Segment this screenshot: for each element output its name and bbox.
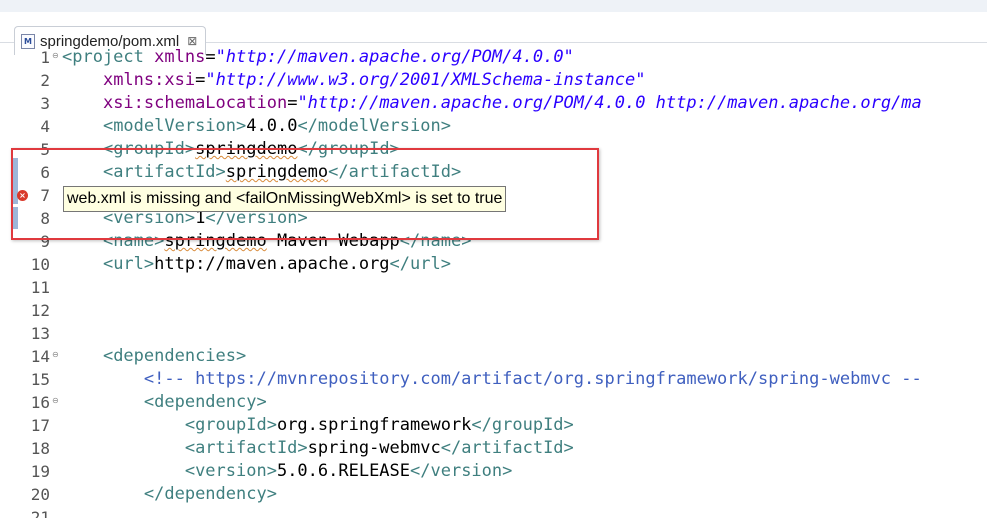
code-token: </artifactId> (440, 438, 574, 458)
code-token: <artifactId> (184, 438, 308, 458)
code-text: </dependency> (62, 483, 277, 506)
fold-toggle-icon[interactable]: ⊖ (52, 351, 60, 359)
line-number: 4 (40, 117, 50, 136)
code-line[interactable]: 17 <groupId>org.springframework</groupId… (0, 414, 987, 437)
code-token: spring-webmvc (307, 438, 441, 458)
code-text: xsi:schemaLocation="http://maven.apache.… (62, 92, 922, 115)
line-number: 2 (40, 71, 50, 90)
code-text: <groupId>org.springframework</groupId> (62, 414, 574, 437)
code-text: <dependencies> (62, 345, 246, 368)
code-token: <url> (102, 254, 155, 274)
code-line[interactable]: 20 </dependency> (0, 483, 987, 506)
code-text: <url>http://maven.apache.org</url> (62, 253, 451, 276)
code-token: <modelVersion> (102, 116, 247, 136)
code-token: <project (62, 47, 155, 67)
code-line[interactable]: 1 ⊖ <project xmlns="http://maven.apache.or… (0, 46, 987, 69)
code-token: = (287, 93, 298, 113)
line-number: 15 (30, 370, 50, 389)
code-line[interactable]: 13 (0, 322, 987, 345)
code-token: <dependencies> (102, 346, 247, 366)
code-token: </dependency> (143, 484, 277, 504)
code-token: xmlns:xsi (102, 70, 196, 90)
code-token: <groupId> (184, 415, 277, 435)
code-token: <dependency> (143, 392, 267, 412)
code-token: </url> (389, 254, 451, 274)
code-token: <version> (184, 461, 277, 481)
fold-toggle-icon[interactable]: ⊖ (52, 52, 60, 60)
code-token: xsi:schemaLocation (102, 93, 288, 113)
code-line[interactable]: 15 <!-- https://mvnrepository.com/artifa… (0, 368, 987, 391)
code-token: org.springframework (276, 415, 472, 435)
line-number: 17 (30, 416, 50, 435)
code-token: xmlns (154, 47, 206, 67)
line-number: 18 (30, 439, 50, 458)
code-token: </modelVersion> (297, 116, 451, 136)
line-number: 16 (30, 393, 50, 412)
code-line[interactable]: 18 <artifactId>spring-webmvc</artifactId… (0, 437, 987, 460)
code-line[interactable]: 2 xmlns:xsi="http://www.w3.org/2001/XMLS… (0, 69, 987, 92)
code-line[interactable]: 11 (0, 276, 987, 299)
code-line[interactable]: 14 ⊖ <dependencies> (0, 345, 987, 368)
line-number: 20 (30, 485, 50, 504)
code-line[interactable]: 19 <version>5.0.6.RELEASE</version> (0, 460, 987, 483)
fold-toggle-icon[interactable]: ⊖ (52, 397, 60, 405)
line-number: 13 (30, 324, 50, 343)
line-number: 3 (40, 94, 50, 113)
code-text: <dependency> (62, 391, 267, 414)
code-text: <version>5.0.6.RELEASE</version> (62, 460, 513, 483)
code-token: = (195, 70, 206, 90)
editor-tab-bar: M springdemo/pom.xml ⊠ (0, 12, 987, 55)
line-number: 1 (40, 48, 50, 67)
code-text: <artifactId>spring-webmvc</artifactId> (62, 437, 574, 460)
highlight-annotation-box (11, 148, 599, 240)
code-token: </version> (410, 461, 513, 481)
code-token: http://maven.apache.org (154, 254, 390, 274)
code-line[interactable]: 10 <url>http://maven.apache.org</url> (0, 253, 987, 276)
code-token: 5.0.6.RELEASE (276, 461, 411, 481)
code-line[interactable]: 16 ⊖ <dependency> (0, 391, 987, 414)
code-text: xmlns:xsi="http://www.w3.org/2001/XMLSch… (62, 69, 645, 92)
code-text: <project xmlns="http://maven.apache.org/… (62, 46, 574, 69)
code-line[interactable]: 12 (0, 299, 987, 322)
code-text: <!-- https://mvnrepository.com/artifact/… (62, 368, 922, 391)
line-number: 14 (30, 347, 50, 366)
code-editor[interactable]: 1 ⊖ <project xmlns="http://maven.apache.or… (0, 43, 987, 518)
line-number: 19 (30, 462, 50, 481)
code-token: "http://maven.apache.org/POM/4.0.0" (215, 47, 574, 67)
line-number: 11 (30, 278, 50, 297)
code-token: "http://www.w3.org/2001/XMLSchema-instan… (205, 70, 646, 90)
code-line[interactable]: 21 (0, 506, 987, 518)
code-token: </groupId> (471, 415, 574, 435)
code-token: <!-- https://mvnrepository.com/artifact/… (143, 369, 922, 389)
code-token: 4.0.0 (246, 116, 298, 136)
code-token: "http://maven.apache.org/POM/4.0.0 http:… (297, 93, 922, 113)
code-token: = (205, 47, 216, 67)
code-line[interactable]: 4 <modelVersion>4.0.0</modelVersion> (0, 115, 987, 138)
line-number: 21 (30, 508, 50, 518)
line-number: 10 (30, 255, 50, 274)
code-line[interactable]: 3 xsi:schemaLocation="http://maven.apach… (0, 92, 987, 115)
line-number: 12 (30, 301, 50, 320)
code-text: <modelVersion>4.0.0</modelVersion> (62, 115, 451, 138)
